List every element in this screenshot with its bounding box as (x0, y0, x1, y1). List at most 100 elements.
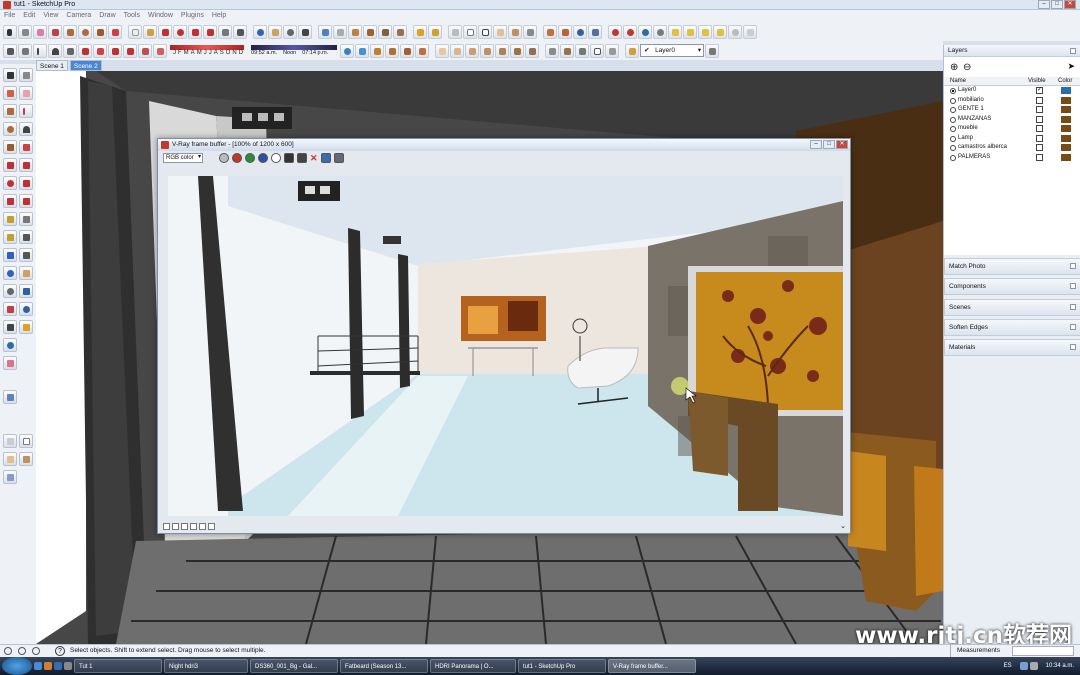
active-layer-radio[interactable] (950, 126, 956, 132)
shaded-texture-icon[interactable] (508, 24, 522, 39)
solid-union-icon[interactable] (415, 43, 430, 58)
match-photo-panel[interactable]: Match Photo (944, 258, 1080, 275)
green-channel-button[interactable] (245, 153, 255, 163)
zoom-window-icon[interactable] (19, 284, 33, 298)
rectangle-left-icon[interactable] (3, 104, 17, 118)
color-corrections-icon[interactable] (172, 523, 179, 530)
layer-row[interactable]: Lamp (944, 134, 1080, 144)
house-outline-icon[interactable] (590, 43, 605, 58)
taskbar-item[interactable]: tut1 - SketchUp Pro (518, 659, 606, 673)
layer-row[interactable]: PALMERAS (944, 153, 1080, 163)
taskbar-item[interactable]: DS360_001_Bg - Gal... (250, 659, 338, 673)
textured-left-icon[interactable] (19, 452, 33, 466)
quick-launch-flip-icon[interactable] (64, 662, 72, 670)
start-button[interactable] (2, 657, 32, 675)
add-layer-icon[interactable]: ⊕ (950, 62, 958, 73)
materials-panel[interactable]: Materials (944, 339, 1080, 356)
xray-left-icon[interactable] (3, 434, 17, 448)
shadow-month-slider[interactable]: J F M A M J J A S O N D (170, 45, 246, 56)
maximize-button[interactable]: □ (1051, 0, 1063, 9)
vray-options-icon[interactable] (623, 24, 637, 39)
components-panel[interactable]: Components (944, 278, 1080, 295)
share-model-icon[interactable] (18, 43, 32, 58)
visible-checkbox[interactable] (1036, 125, 1043, 132)
expand-chevron-icon[interactable]: ⌄ (840, 522, 846, 530)
expand-icon[interactable] (1070, 304, 1076, 310)
taskbar-item[interactable]: Tut 1 (74, 659, 162, 673)
layer-details-icon[interactable]: ➤ (1067, 61, 1075, 72)
vray-ies-icon[interactable] (713, 24, 727, 39)
xray-icon[interactable] (448, 24, 462, 39)
language-indicator[interactable]: ES (1004, 663, 1012, 669)
render-region-icon[interactable] (333, 153, 344, 163)
clear-image-icon[interactable]: ✕ (310, 153, 318, 164)
soften-edges-panel[interactable]: Soften Edges (944, 319, 1080, 336)
shaded-left-icon[interactable] (3, 452, 17, 466)
exposure-icon[interactable] (208, 523, 215, 530)
camera-compass-icon[interactable] (3, 338, 17, 352)
vray-frame-buffer-window[interactable]: V-Ray frame buffer - [100% of 1200 x 600… (157, 138, 851, 534)
section-plane-icon[interactable] (413, 24, 427, 39)
visible-checkbox[interactable] (1036, 134, 1043, 142)
scale-icon[interactable] (188, 24, 202, 39)
follow-me-icon[interactable] (203, 24, 217, 39)
component-icon[interactable] (18, 24, 32, 39)
look-around-left-icon[interactable] (19, 302, 33, 316)
wireframe-icon[interactable] (463, 24, 477, 39)
offset-icon[interactable] (108, 24, 122, 39)
paint-bucket-left-icon[interactable] (3, 86, 17, 100)
save-image-icon[interactable] (297, 153, 307, 163)
active-layer-radio[interactable] (950, 97, 956, 104)
clock[interactable]: 10:34 a.m. (1046, 663, 1074, 669)
position-camera-left-icon[interactable] (3, 302, 17, 316)
visible-column-header[interactable]: Visible (1028, 77, 1058, 85)
geo-status-icon[interactable] (4, 647, 12, 655)
menu-file[interactable]: File (4, 10, 15, 22)
layer-color-swatch[interactable] (1061, 144, 1071, 151)
move-left-icon[interactable] (3, 158, 17, 172)
expand-icon[interactable] (1070, 263, 1076, 269)
levels-icon[interactable] (190, 523, 197, 530)
layer-manager-icon[interactable] (625, 43, 640, 58)
layer-color-swatch[interactable] (1061, 96, 1071, 104)
layer-settings-icon[interactable] (705, 43, 720, 58)
layer-row[interactable]: mueble (944, 124, 1080, 134)
front-view-icon[interactable] (348, 24, 362, 39)
active-layer-radio[interactable] (950, 116, 956, 123)
layer-row[interactable]: GENTE 1 (944, 105, 1080, 115)
tray-volume-icon[interactable] (1029, 662, 1038, 670)
zoom-extents-icon[interactable] (298, 24, 312, 39)
visible-checkbox[interactable] (1036, 115, 1043, 123)
text-left-icon[interactable] (19, 230, 33, 244)
section-display-icon[interactable] (428, 24, 442, 39)
channel-select[interactable]: RGB color (163, 153, 203, 163)
pan-icon[interactable] (268, 24, 282, 39)
push-pull-left-icon[interactable] (19, 158, 33, 172)
warehouse-icon[interactable] (545, 43, 560, 58)
tape-measure-left-icon[interactable] (3, 212, 17, 226)
arc-icon[interactable] (48, 43, 62, 58)
active-layer-radio[interactable] (950, 145, 956, 151)
expand-icon[interactable] (1070, 344, 1076, 350)
layers-close-icon[interactable] (1070, 48, 1076, 54)
vray-title-bar[interactable]: V-Ray frame buffer - [100% of 1200 x 600… (158, 139, 850, 151)
dimension-icon[interactable] (19, 212, 33, 226)
walk-icon[interactable] (558, 24, 572, 39)
display-shadows-icon[interactable] (108, 43, 122, 58)
drape-icon[interactable] (495, 43, 510, 58)
mono-channel-button[interactable] (284, 153, 294, 163)
quick-launch-ie-icon[interactable] (34, 662, 42, 670)
blue-channel-button[interactable] (258, 153, 268, 163)
vray-light-icon[interactable] (668, 24, 682, 39)
taskbar-item[interactable]: Night hdri3 (164, 659, 248, 673)
wireframe-left-icon[interactable] (19, 434, 33, 448)
taskbar-item[interactable]: Fatbeard (Season 13... (340, 659, 428, 673)
top-view-icon[interactable] (333, 24, 347, 39)
left-view-icon[interactable] (393, 24, 407, 39)
photo-textures-icon[interactable] (385, 43, 400, 58)
layer-row[interactable]: MANZANAS (944, 115, 1080, 125)
vray-sphere-icon[interactable] (728, 24, 742, 39)
layer-color-swatch[interactable] (1061, 87, 1071, 94)
visible-checkbox[interactable] (1036, 144, 1043, 151)
walk-left-icon[interactable] (3, 320, 17, 334)
